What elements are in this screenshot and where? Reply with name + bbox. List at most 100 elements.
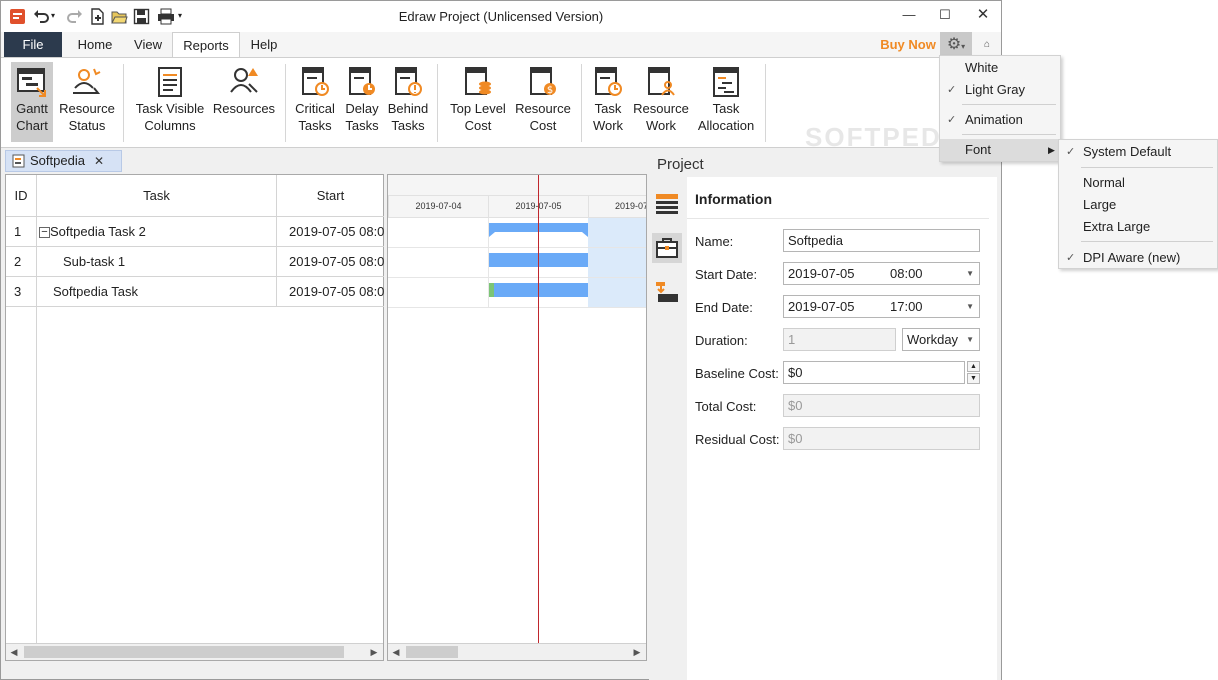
menu-reports[interactable]: Reports [172,32,240,58]
task-name-cell: − Softpedia Task 2 [37,217,277,247]
menu-item-white[interactable]: White [940,57,1060,79]
scroll-right-icon[interactable]: ▶ [366,644,382,660]
information-panel-icon[interactable] [655,192,679,219]
scroll-right-icon[interactable]: ▶ [629,644,645,660]
resource-work-label-2: Work [645,118,677,133]
delay-tasks-label-2: Tasks [345,118,379,133]
menu-item-label: DPI Aware (new) [1083,250,1181,265]
delay-tasks-label-1: Delay [345,101,379,116]
total-cost-label: Total Cost: [695,399,757,414]
maximize-button[interactable]: ☐ [933,7,957,27]
start-date-value: 2019-07-05 [788,266,855,281]
checkmark-icon: ✓ [947,84,957,96]
resources-button[interactable]: Resources [211,62,277,142]
behind-tasks-button[interactable]: Behind Tasks [385,62,431,142]
delay-tasks-button[interactable]: Delay Tasks [341,62,383,142]
table-horizontal-scrollbar[interactable]: ◀ ▶ [6,643,383,660]
import-panel-icon[interactable] [655,280,679,307]
resource-cost-button[interactable]: $ Resource Cost [513,62,573,142]
scrollbar-thumb[interactable] [406,646,458,658]
behind-tasks-label-2: Tasks [391,118,425,133]
name-input[interactable]: Softpedia [783,229,980,252]
resource-work-icon [648,67,675,96]
menu-item-large[interactable]: Large [1059,194,1217,216]
duration-input: 1 [783,328,896,351]
menu-home[interactable]: Home [67,32,123,57]
scroll-left-icon[interactable]: ◀ [6,644,22,660]
menu-item-label: Large [1083,197,1117,212]
behind-tasks-label-1: Behind [387,101,429,116]
font-submenu: ✓ System Default Normal Large Extra Larg… [1058,139,1218,269]
checkmark-icon: ✓ [1066,252,1076,264]
menu-item-normal[interactable]: Normal [1059,172,1217,194]
resource-work-button[interactable]: Resource Work [631,62,691,142]
project-panel-title: Project [657,156,704,173]
menu-item-font[interactable]: Font ▶ [940,139,1060,161]
menu-item-animation[interactable]: ✓ Animation [940,109,1060,131]
resource-cost-icon: $ [530,67,556,96]
task-visible-columns-label-1: Task Visible [135,101,205,116]
gantt-horizontal-scrollbar[interactable]: ◀ ▶ [388,643,646,660]
minimize-button[interactable]: — [897,7,921,27]
resource-status-label-1: Resource [59,101,115,116]
collapse-ribbon-icon[interactable]: ⌂ [977,32,997,57]
start-date-picker[interactable]: 2019-07-05 08:00 ▼ [783,262,980,285]
critical-tasks-label-1: Critical [295,101,335,116]
menu-bar: File Home View Reports Help Buy Now ⚙▾ ⌂ [1,32,1001,58]
menu-item-dpi-aware[interactable]: ✓ DPI Aware (new) [1059,247,1217,269]
chevron-down-icon[interactable]: ▼ [966,263,974,284]
spin-up-icon[interactable]: ▲ [967,361,980,372]
task-visible-columns-label-2: Columns [144,118,196,133]
critical-tasks-button[interactable]: Critical Tasks [293,62,337,142]
menu-help[interactable]: Help [241,32,287,57]
task-allocation-button[interactable]: Task Allocation [695,62,757,142]
gantt-chart-button[interactable]: Gantt Chart [11,62,53,142]
menu-item-light-gray[interactable]: ✓ Light Gray [940,79,1060,101]
menu-item-label: White [965,60,999,75]
resource-cost-label-1: Resource [515,101,571,116]
column-header-task[interactable]: Task [37,175,277,217]
menu-view[interactable]: View [125,32,171,57]
menu-item-system-default[interactable]: ✓ System Default [1059,141,1217,163]
task-visible-columns-button[interactable]: Task Visible Columns [133,62,207,142]
residual-cost-label: Residual Cost: [695,432,780,447]
settings-button[interactable]: ⚙▾ [940,32,972,57]
name-label: Name: [695,234,734,249]
menu-file[interactable]: File [4,32,62,57]
menu-separator [962,104,1056,105]
spin-down-icon[interactable]: ▼ [967,373,980,384]
close-window-button[interactable]: ✕ [971,5,995,25]
task-name-cell: Softpedia Task [37,277,277,307]
menu-item-extra-large[interactable]: Extra Large [1059,216,1217,238]
duration-unit-select[interactable]: Workday ▼ [902,328,980,351]
app-window: ▾ ▾ Edraw Project (Unlicensed Version) —… [0,0,1002,680]
checkmark-icon: ✓ [1066,146,1076,158]
top-level-cost-button[interactable]: Top Level Cost [447,62,509,142]
buy-now-link[interactable]: Buy Now [877,32,939,57]
chevron-down-icon[interactable]: ▼ [966,329,974,350]
chevron-down-icon[interactable]: ▼ [966,296,974,317]
end-date-picker[interactable]: 2019-07-05 17:00 ▼ [783,295,980,318]
submenu-arrow-icon: ▶ [1048,145,1055,155]
document-tab[interactable]: Softpedia ✕ [5,150,122,172]
column-header-start[interactable]: Start [277,175,384,217]
task-start-cell: 2019-07-05 08:00 [277,277,384,307]
scroll-left-icon[interactable]: ◀ [388,644,404,660]
task-allocation-label-2: Allocation [697,118,755,133]
resource-status-label-2: Status [68,118,106,133]
resources-panel-icon[interactable] [652,233,682,263]
menu-separator [962,134,1056,135]
task-id-cell: 1 [6,217,37,247]
scrollbar-thumb[interactable] [24,646,344,658]
task-start-cell: 2019-07-05 08:00 [277,247,384,277]
baseline-cost-input[interactable]: $0 [783,361,965,384]
task-work-button[interactable]: Task Work [589,62,627,142]
collapse-toggle-icon[interactable]: − [39,227,50,239]
project-file-icon [12,154,26,174]
column-header-id[interactable]: ID [6,175,37,217]
settings-menu: White ✓ Light Gray ✓ Animation Font ▶ [939,55,1061,162]
task-name-cell: Sub-task 1 [37,247,277,277]
resource-status-button[interactable]: Resource Status [57,62,117,142]
ribbon-separator [285,64,286,142]
close-tab-icon[interactable]: ✕ [94,151,104,171]
